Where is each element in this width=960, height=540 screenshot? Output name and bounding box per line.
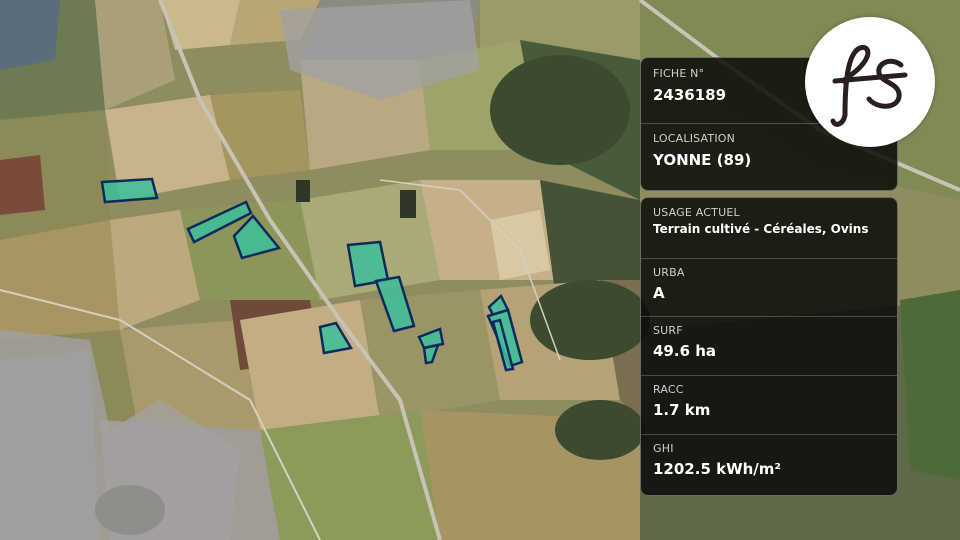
usage-value: Terrain cultivé - Céréales, Ovins (653, 222, 869, 236)
urba-label: URBA (653, 266, 685, 279)
ghi-row: GHI 1202.5 kWh/m² (641, 435, 897, 493)
racc-row: RACC 1.7 km (641, 376, 897, 435)
parcel-1[interactable] (100, 177, 159, 204)
localisation-value: YONNE (89) (653, 151, 752, 169)
info-card-details: USAGE ACTUEL Terrain cultivé - Céréales,… (640, 197, 898, 496)
ghi-label: GHI (653, 442, 674, 455)
surf-label: SURF (653, 324, 683, 337)
surf-row: SURF 49.6 ha (641, 317, 897, 376)
usage-row: USAGE ACTUEL Terrain cultivé - Céréales,… (641, 198, 897, 259)
racc-label: RACC (653, 383, 684, 396)
ghi-value: 1202.5 kWh/m² (653, 460, 781, 478)
urba-value: A (653, 284, 665, 302)
surf-value: 49.6 ha (653, 342, 717, 360)
urba-row: URBA A (641, 259, 897, 317)
usage-label: USAGE ACTUEL (653, 206, 740, 219)
fs-monogram-logo (805, 17, 935, 147)
racc-value: 1.7 km (653, 401, 711, 419)
fs-logo-icon (830, 44, 908, 127)
